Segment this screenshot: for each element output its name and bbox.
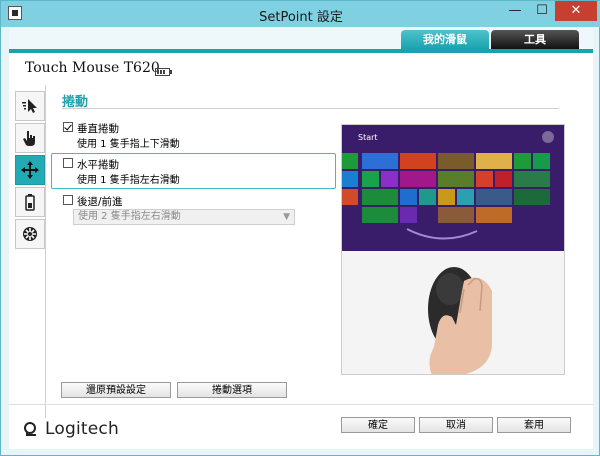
- gear-icon: [23, 227, 37, 241]
- back-forward-label: 後退/前進: [77, 196, 123, 208]
- restore-defaults-button[interactable]: 還原預設設定: [61, 382, 171, 398]
- sidebar-item-battery[interactable]: [15, 187, 45, 217]
- vertical-scroll-option[interactable]: 垂直捲動 使用 1 隻手指上下滑動: [63, 121, 323, 150]
- tab-strip: 我的滑鼠 工具: [9, 27, 593, 49]
- back-forward-select-value: 使用 2 隻手指左右滑動: [78, 211, 181, 222]
- title-bar[interactable]: SetPoint 設定 — ☐ ✕: [1, 1, 600, 27]
- tab-underline: [9, 49, 593, 53]
- logitech-wordmark: Logitech: [45, 419, 119, 439]
- touch-mouse-illustration: [428, 267, 492, 374]
- horizontal-scroll-label: 水平捲動: [77, 159, 119, 171]
- back-forward-option[interactable]: 後退/前進: [63, 194, 323, 208]
- tab-tools[interactable]: 工具: [491, 30, 579, 49]
- cancel-button[interactable]: 取消: [419, 417, 493, 433]
- logitech-mark-icon: [24, 422, 36, 436]
- hand-icon: [23, 131, 35, 146]
- back-forward-checkbox[interactable]: [63, 195, 73, 205]
- preview-screen: Start: [342, 125, 564, 251]
- apply-button[interactable]: 套用: [497, 417, 571, 433]
- preview-hand-area: [342, 251, 564, 374]
- tab-my-mouse[interactable]: 我的滑鼠: [401, 30, 489, 49]
- move-arrows-icon: [21, 161, 39, 179]
- preview-start-label: Start: [358, 133, 378, 142]
- horizontal-scroll-desc: 使用 1 隻手指左右滑動: [77, 175, 180, 186]
- battery-icon: [25, 194, 35, 211]
- minimize-button[interactable]: —: [501, 1, 529, 21]
- preview-user-icon: [542, 131, 554, 143]
- horizontal-scroll-checkbox[interactable]: [63, 158, 73, 168]
- pointer-icon: [22, 99, 37, 113]
- battery-icon: [155, 68, 172, 76]
- sidebar-item-settings[interactable]: [15, 219, 45, 249]
- vertical-scroll-label: 垂直捲動: [77, 123, 119, 135]
- gesture-preview: Start: [341, 124, 565, 375]
- vertical-scroll-desc: 使用 1 隻手指上下滑動: [77, 139, 180, 150]
- vertical-scroll-checkbox[interactable]: [63, 122, 73, 132]
- sidebar-item-pointer[interactable]: [15, 91, 45, 121]
- client-area: 我的滑鼠 工具 Touch Mouse T620 捲動 垂直捲動 使用 1 隻手…: [9, 27, 593, 449]
- sidebar-item-gesture[interactable]: [15, 123, 45, 153]
- back-forward-select[interactable]: 使用 2 隻手指左右滑動 ▼: [73, 209, 295, 225]
- setpoint-window: SetPoint 設定 — ☐ ✕ 我的滑鼠 工具 Touch Mouse T6…: [0, 0, 600, 456]
- close-button[interactable]: ✕: [555, 1, 597, 21]
- ok-button[interactable]: 確定: [341, 417, 415, 433]
- chevron-down-icon: ▼: [283, 212, 290, 222]
- scroll-options-button[interactable]: 捲動選項: [177, 382, 287, 398]
- device-name: Touch Mouse T620: [25, 60, 160, 76]
- footer-divider: [9, 404, 593, 405]
- horizontal-scroll-option[interactable]: 水平捲動 使用 1 隻手指左右滑動: [63, 157, 323, 186]
- maximize-button[interactable]: ☐: [529, 1, 555, 21]
- section-divider: [62, 108, 559, 109]
- sidebar-item-scroll[interactable]: [15, 155, 45, 185]
